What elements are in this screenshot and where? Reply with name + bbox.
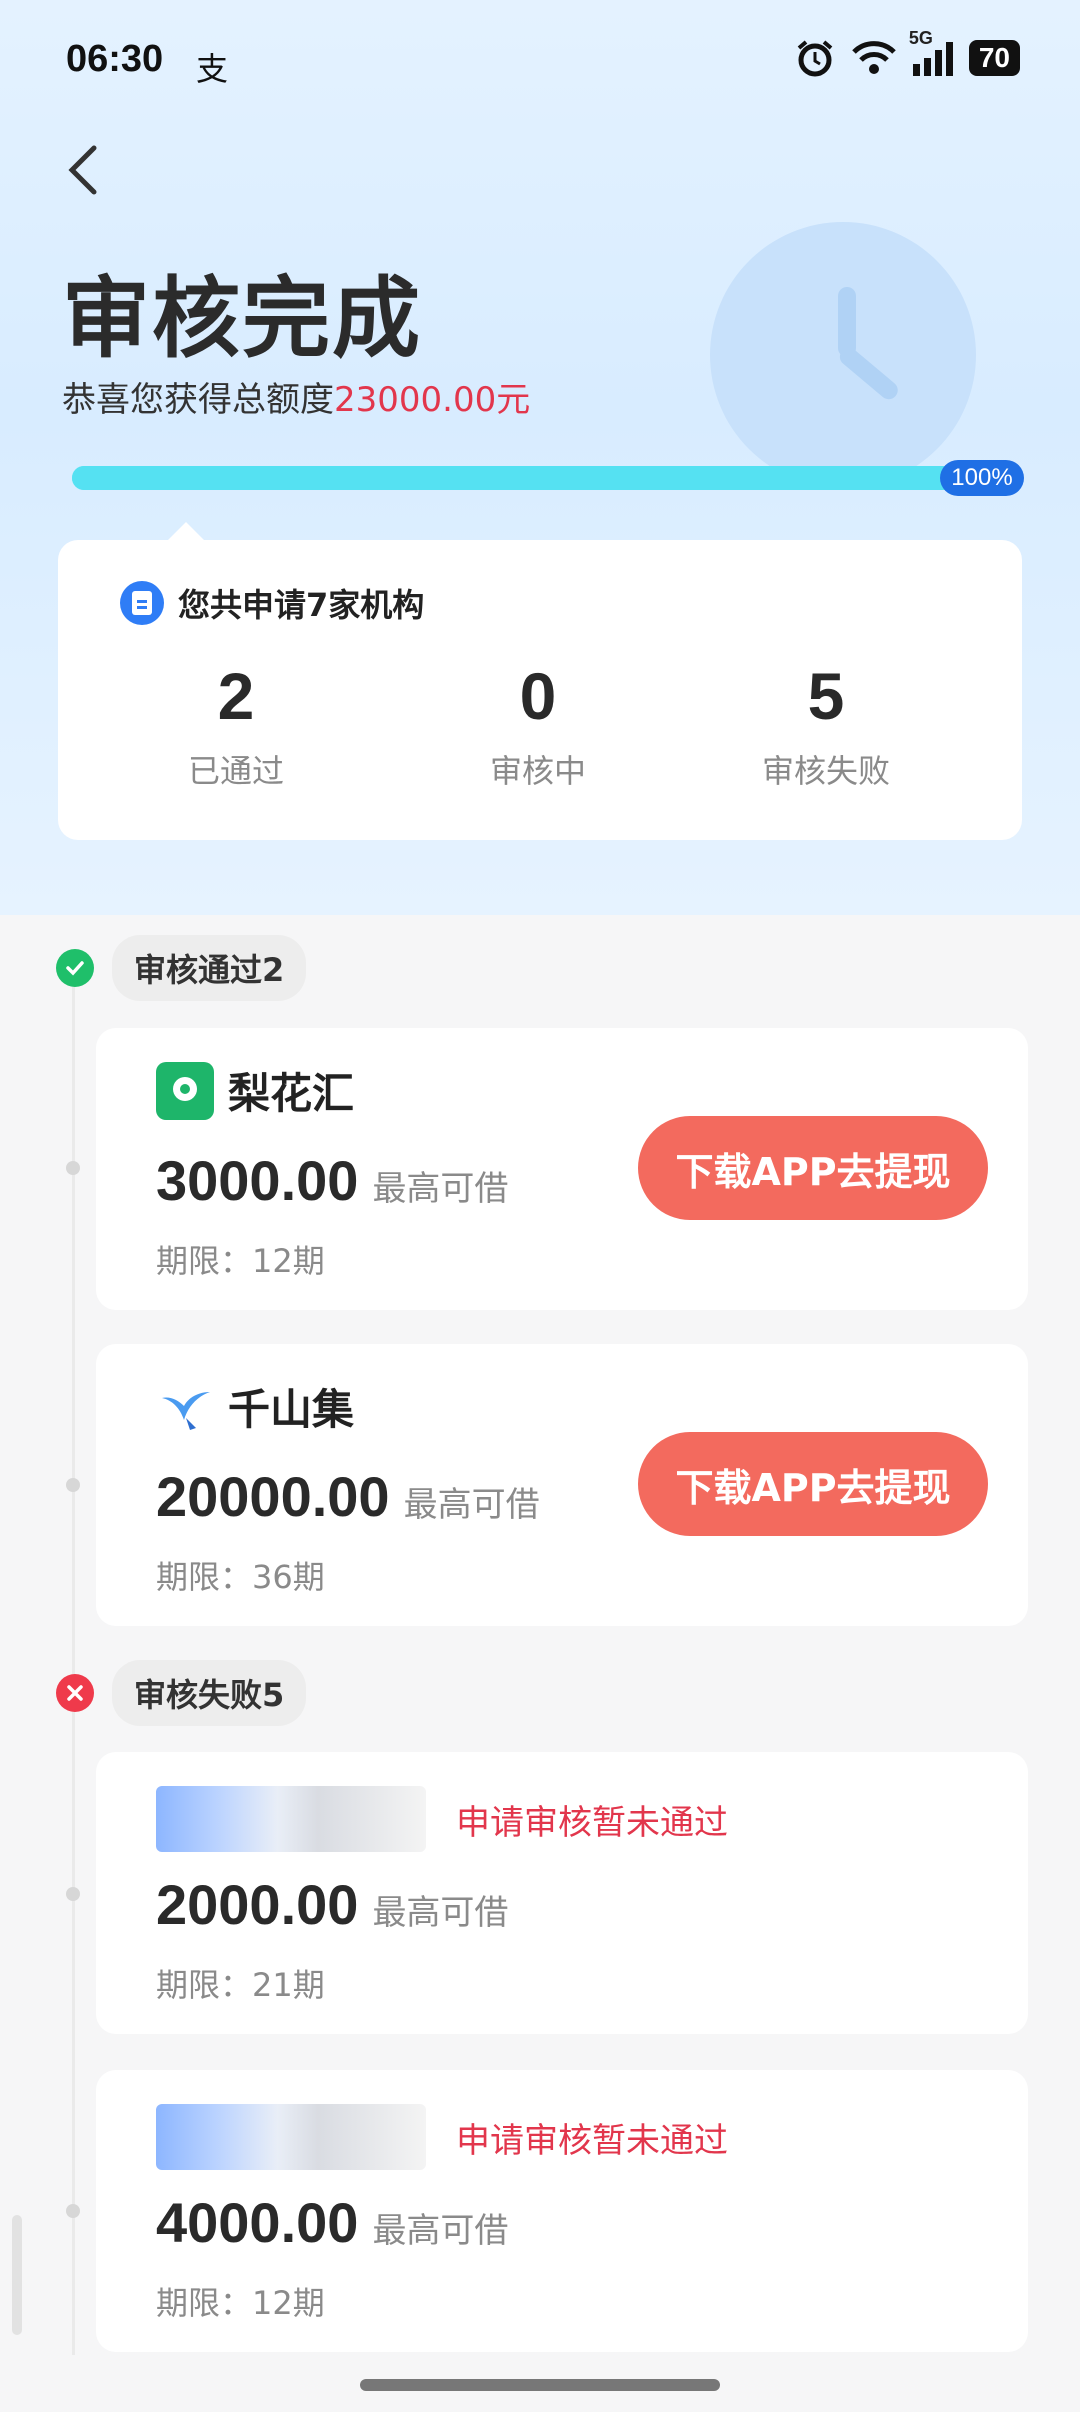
stat-value: 5 (807, 659, 845, 733)
summary-card: 您共申请7家机构 2 已通过 0 审核中 5 审核失败 (58, 522, 1022, 840)
lender-header: 申请审核暂未通过 (156, 1786, 728, 1852)
document-icon (120, 581, 164, 625)
stat-value: 2 (217, 659, 255, 733)
close-icon (56, 1674, 94, 1712)
status-text: 申请审核暂未通过 (456, 1802, 728, 1843)
blurred-logo (156, 1786, 426, 1852)
amount-row: 20000.00 最高可借 (156, 1464, 540, 1529)
total-amount: 23000.00元 (334, 380, 531, 420)
lender-name: 千山集 (228, 1385, 355, 1434)
page-title: 审核完成 (62, 267, 423, 370)
stat-label: 已通过 (187, 752, 284, 790)
blurred-logo (156, 2104, 426, 2170)
loan-amount: 2000.00 (156, 1873, 359, 1936)
download-app-button[interactable]: 下载APP去提现 (638, 1116, 988, 1220)
chevron-left-icon (68, 145, 97, 195)
section-approved: 审核通过2 (56, 935, 307, 1001)
section-approved-label: 审核通过2 (112, 935, 307, 1001)
subtitle-prefix: 恭喜您获得总额度 (62, 380, 334, 420)
stat-failed: 5 审核失败 (676, 658, 976, 792)
clock-decoration-icon (710, 222, 976, 488)
section-failed-label: 审核失败5 (112, 1660, 307, 1726)
loan-period: 期限：36期 (156, 1558, 325, 1596)
status-text: 申请审核暂未通过 (456, 2120, 728, 2161)
stat-value: 0 (519, 659, 557, 733)
alipay-icon: 支 (196, 50, 229, 88)
back-button[interactable] (58, 140, 108, 200)
qianshanji-logo-icon (156, 1378, 214, 1436)
download-app-button[interactable]: 下载APP去提现 (638, 1432, 988, 1536)
scrollbar[interactable] (12, 2215, 22, 2335)
section-failed: 审核失败5 (56, 1660, 307, 1726)
lender-card-failed: 申请审核暂未通过 2000.00 最高可借 期限：21期 (96, 1752, 1028, 2034)
total-credit-text: 恭喜您获得总额度23000.00元 (62, 372, 530, 421)
home-indicator[interactable] (360, 2379, 720, 2391)
progress-fill (72, 466, 1022, 490)
timeline-dot (66, 2204, 80, 2218)
amount-row: 2000.00 最高可借 (156, 1872, 508, 1937)
timeline-dot (66, 1478, 80, 1492)
loan-amount: 3000.00 (156, 1149, 359, 1212)
stat-label: 审核中 (489, 752, 586, 790)
max-borrow-label: 最高可借 (372, 2211, 509, 2251)
stat-pending: 0 审核中 (388, 658, 688, 792)
lihuahui-logo-icon (156, 1061, 214, 1120)
status-time: 06:30 (66, 38, 164, 80)
stat-label: 审核失败 (761, 752, 890, 790)
amount-row: 3000.00 最高可借 (156, 1148, 508, 1213)
lender-card[interactable]: 千山集 20000.00 最高可借 期限：36期 下载APP去提现 (96, 1344, 1028, 1626)
status-icons: 5G 70 (795, 28, 1020, 78)
battery-icon: 70 (968, 40, 1020, 76)
summary-title: 您共申请7家机构 (178, 586, 425, 624)
loan-amount: 4000.00 (156, 2191, 359, 2254)
status-bar: 06:30 支 5G 70 (0, 0, 1080, 120)
lender-name: 梨花汇 (228, 1069, 355, 1118)
summary-header: 您共申请7家机构 (120, 580, 424, 626)
timeline-dot (66, 1161, 80, 1175)
lender-header: 梨花汇 (156, 1060, 354, 1121)
loan-period: 期限：12期 (156, 2284, 325, 2322)
max-borrow-label: 最高可借 (403, 1485, 540, 1525)
loan-amount: 20000.00 (156, 1465, 390, 1528)
lender-header: 千山集 (156, 1376, 354, 1437)
loan-period: 期限：21期 (156, 1966, 325, 2004)
lender-card[interactable]: 梨花汇 3000.00 最高可借 期限：12期 下载APP去提现 (96, 1028, 1028, 1310)
progress-bar (72, 466, 1022, 490)
max-borrow-label: 最高可借 (372, 1169, 509, 1209)
lender-header: 申请审核暂未通过 (156, 2104, 728, 2170)
stat-approved: 2 已通过 (86, 658, 386, 792)
amount-row: 4000.00 最高可借 (156, 2190, 508, 2255)
alarm-icon (797, 40, 833, 77)
max-borrow-label: 最高可借 (372, 1893, 509, 1933)
progress-label: 100% (940, 460, 1024, 496)
timeline-dot (66, 1887, 80, 1901)
signal-icon: 5G (909, 28, 953, 76)
network-type: 5G (908, 28, 933, 48)
wifi-icon (852, 41, 896, 74)
loan-period: 期限：12期 (156, 1242, 325, 1280)
check-icon (56, 949, 94, 987)
lender-card-failed: 申请审核暂未通过 4000.00 最高可借 期限：12期 (96, 2070, 1028, 2352)
